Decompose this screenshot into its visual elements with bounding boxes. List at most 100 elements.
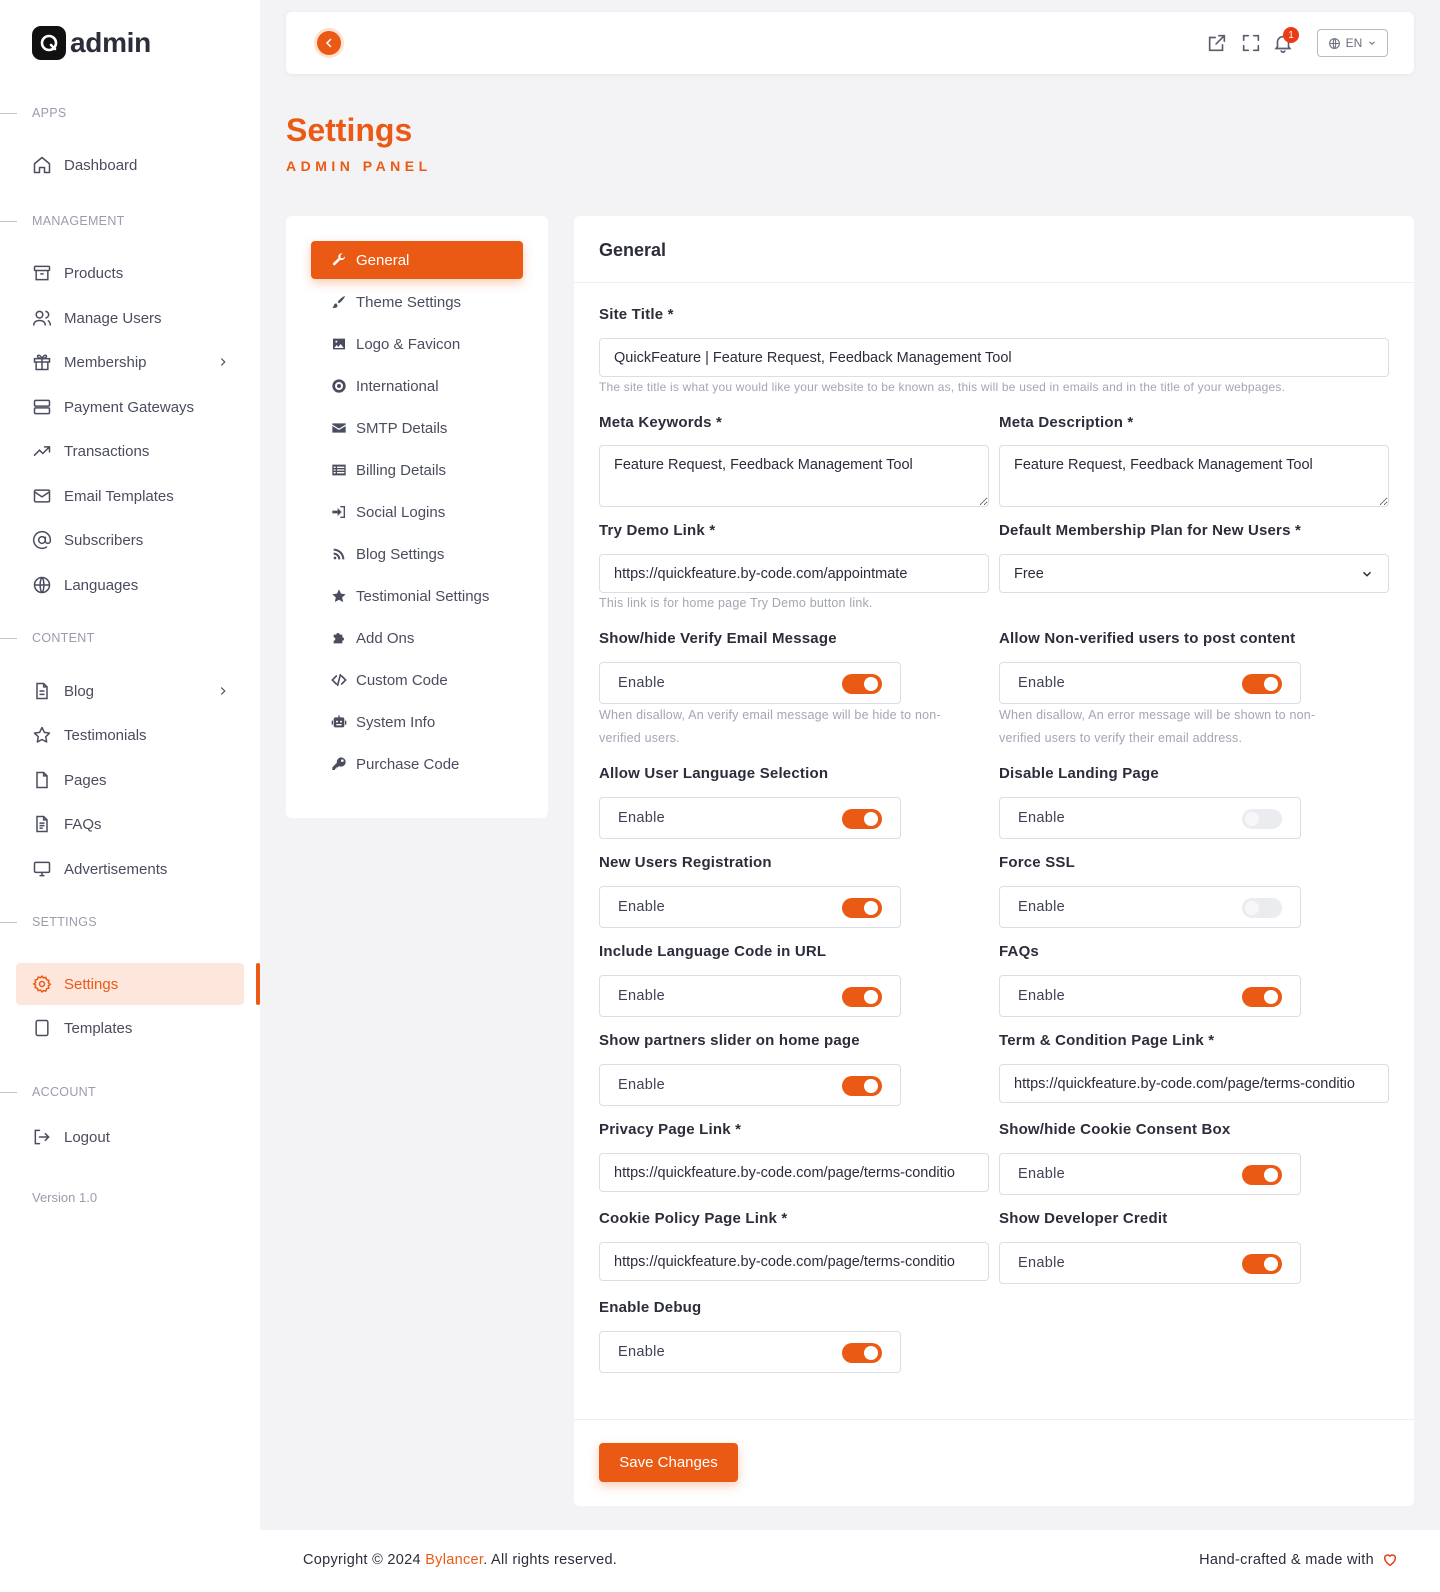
sidebar-item-products[interactable]: Products — [16, 252, 244, 294]
external-link-icon[interactable] — [1206, 32, 1228, 54]
non-verified-post-help: When disallow, An error message will be … — [999, 704, 1315, 750]
try-demo-link-input[interactable] — [599, 554, 989, 593]
settings-menu-label: International — [356, 377, 439, 395]
star-half-icon — [332, 589, 346, 603]
sidebar-item-blog[interactable]: Blog — [16, 670, 244, 712]
sidebar-item-label: Templates — [64, 1019, 133, 1037]
cookie-consent-switch[interactable] — [1242, 1165, 1282, 1185]
settings-menu-blog-settings[interactable]: Blog Settings — [311, 535, 523, 573]
toggle-label: Enable — [618, 1344, 665, 1360]
sidebar-item-dashboard[interactable]: Dashboard — [16, 144, 244, 186]
settings-menu-international[interactable]: International — [311, 367, 523, 405]
force-ssl-switch[interactable] — [1242, 898, 1282, 918]
settings-menu-add-ons[interactable]: Add Ons — [311, 619, 523, 657]
partners-slider-switch[interactable] — [842, 1076, 882, 1096]
globe-icon — [1328, 37, 1340, 49]
collapse-sidebar-button[interactable] — [314, 28, 344, 58]
sidebar-item-testimonials[interactable]: Testimonials — [16, 714, 244, 756]
users-icon — [32, 310, 52, 326]
disable-landing-switch[interactable] — [1242, 809, 1282, 829]
sidebar-item-advertisements[interactable]: Advertisements — [16, 848, 244, 890]
fullscreen-icon[interactable] — [1240, 32, 1262, 54]
language-dropdown[interactable]: EN — [1317, 29, 1388, 57]
disable-landing-toggle-box: Enable — [999, 797, 1301, 839]
credit-text: Hand-crafted & made with — [1199, 1552, 1374, 1568]
sidebar-item-label: Membership — [64, 353, 147, 371]
save-changes-button[interactable]: Save Changes — [599, 1443, 738, 1482]
verify-email-label: Show/hide Verify Email Message — [599, 630, 837, 647]
faqs-label: FAQs — [999, 943, 1039, 960]
cookie-policy-link-label: Cookie Policy Page Link * — [599, 1210, 788, 1227]
settings-menu-custom-code[interactable]: Custom Code — [311, 661, 523, 699]
archive-icon — [33, 265, 51, 281]
logout-icon — [34, 1129, 50, 1145]
privacy-link-label: Privacy Page Link * — [599, 1121, 742, 1138]
help-line: verified users. — [599, 731, 680, 745]
cookie-policy-link-input[interactable] — [599, 1242, 989, 1281]
settings-menu-label: Testimonial Settings — [356, 587, 490, 605]
faqs-switch[interactable] — [1242, 987, 1282, 1007]
user-language-toggle-box: Enable — [599, 797, 901, 839]
default-membership-select[interactable]: Free — [999, 554, 1389, 593]
sidebar-item-subscribers[interactable]: Subscribers — [16, 519, 244, 561]
user-language-switch[interactable] — [842, 809, 882, 829]
sidebar-item-manage-users[interactable]: Manage Users — [16, 297, 244, 339]
chevron-right-icon — [220, 358, 226, 366]
settings-menu-logo-favicon[interactable]: Logo & Favicon — [311, 325, 523, 363]
version-text: Version 1.0 — [32, 1190, 98, 1205]
sidebar-item-languages[interactable]: Languages — [16, 564, 244, 606]
settings-menu-label: Custom Code — [356, 671, 448, 689]
non-verified-post-switch[interactable] — [1242, 674, 1282, 694]
settings-menu-testimonial-settings[interactable]: Testimonial Settings — [311, 577, 523, 615]
settings-menu-theme-settings[interactable]: Theme Settings — [311, 283, 523, 321]
enable-debug-label: Enable Debug — [599, 1299, 702, 1316]
developer-credit-switch[interactable] — [1242, 1254, 1282, 1274]
settings-menu-label: SMTP Details — [356, 419, 448, 437]
sidebar-item-payment-gateways[interactable]: Payment Gateways — [16, 386, 244, 428]
enable-debug-switch[interactable] — [842, 1343, 882, 1363]
settings-menu-label: Billing Details — [356, 461, 447, 479]
company-link[interactable]: Bylancer — [425, 1552, 483, 1568]
language-code-url-switch[interactable] — [842, 987, 882, 1007]
sidebar-item-faqs[interactable]: FAQs — [16, 803, 244, 845]
settings-menu-general[interactable]: General — [311, 241, 523, 279]
meta-keywords-textarea[interactable]: Feature Request, Feedback Management Too… — [599, 445, 989, 507]
privacy-link-input[interactable] — [599, 1153, 989, 1192]
settings-menu-billing-details[interactable]: Billing Details — [311, 451, 523, 489]
section-management: MANAGEMENT — [0, 214, 125, 228]
sidebar-item-pages[interactable]: Pages — [16, 759, 244, 801]
sidebar-item-membership[interactable]: Membership — [16, 341, 244, 383]
sidebar-item-settings[interactable]: Settings — [16, 963, 244, 1005]
terms-link-input[interactable] — [999, 1064, 1389, 1103]
settings-menu-system-info[interactable]: System Info — [311, 703, 523, 741]
settings-menu-label: General — [356, 251, 410, 269]
help-line: When disallow, An error message will be … — [999, 708, 1316, 722]
copyright: Copyright © 2024 Bylancer. All rights re… — [303, 1552, 617, 1568]
cookie-consent-toggle-box: Enable — [999, 1153, 1301, 1195]
site-title-input[interactable] — [599, 338, 1389, 377]
section-account: ACCOUNT — [0, 1085, 96, 1099]
envelope-icon — [332, 423, 346, 433]
page-title: Settings — [286, 112, 413, 148]
footer: Copyright © 2024 Bylancer. All rights re… — [260, 1530, 1440, 1592]
settings-menu-smtp-details[interactable]: SMTP Details — [311, 409, 523, 447]
verify-email-switch[interactable] — [842, 674, 882, 694]
sidebar-item-logout[interactable]: Logout — [16, 1116, 244, 1158]
new-registration-switch[interactable] — [842, 898, 882, 918]
brand[interactable]: admin — [32, 26, 151, 60]
settings-menu-purchase-code[interactable]: Purchase Code — [311, 745, 523, 783]
sidebar-item-label: Pages — [64, 771, 107, 789]
sidebar-item-label: Payment Gateways — [64, 398, 195, 416]
monitor-icon — [33, 861, 51, 877]
sidebar-item-email-templates[interactable]: Email Templates — [16, 475, 244, 517]
toggle-label: Enable — [1018, 1166, 1065, 1182]
topbar: 1 EN — [286, 12, 1414, 74]
disable-landing-label: Disable Landing Page — [999, 765, 1159, 782]
default-membership-label: Default Membership Plan for New Users * — [999, 522, 1302, 539]
sidebar-item-transactions[interactable]: Transactions — [16, 430, 244, 472]
image-icon — [333, 338, 345, 350]
sidebar-item-label: FAQs — [64, 815, 102, 833]
meta-description-textarea[interactable]: Feature Request, Feedback Management Too… — [999, 445, 1389, 507]
settings-menu-social-logins[interactable]: Social Logins — [311, 493, 523, 531]
sidebar-item-templates[interactable]: Templates — [16, 1007, 244, 1049]
